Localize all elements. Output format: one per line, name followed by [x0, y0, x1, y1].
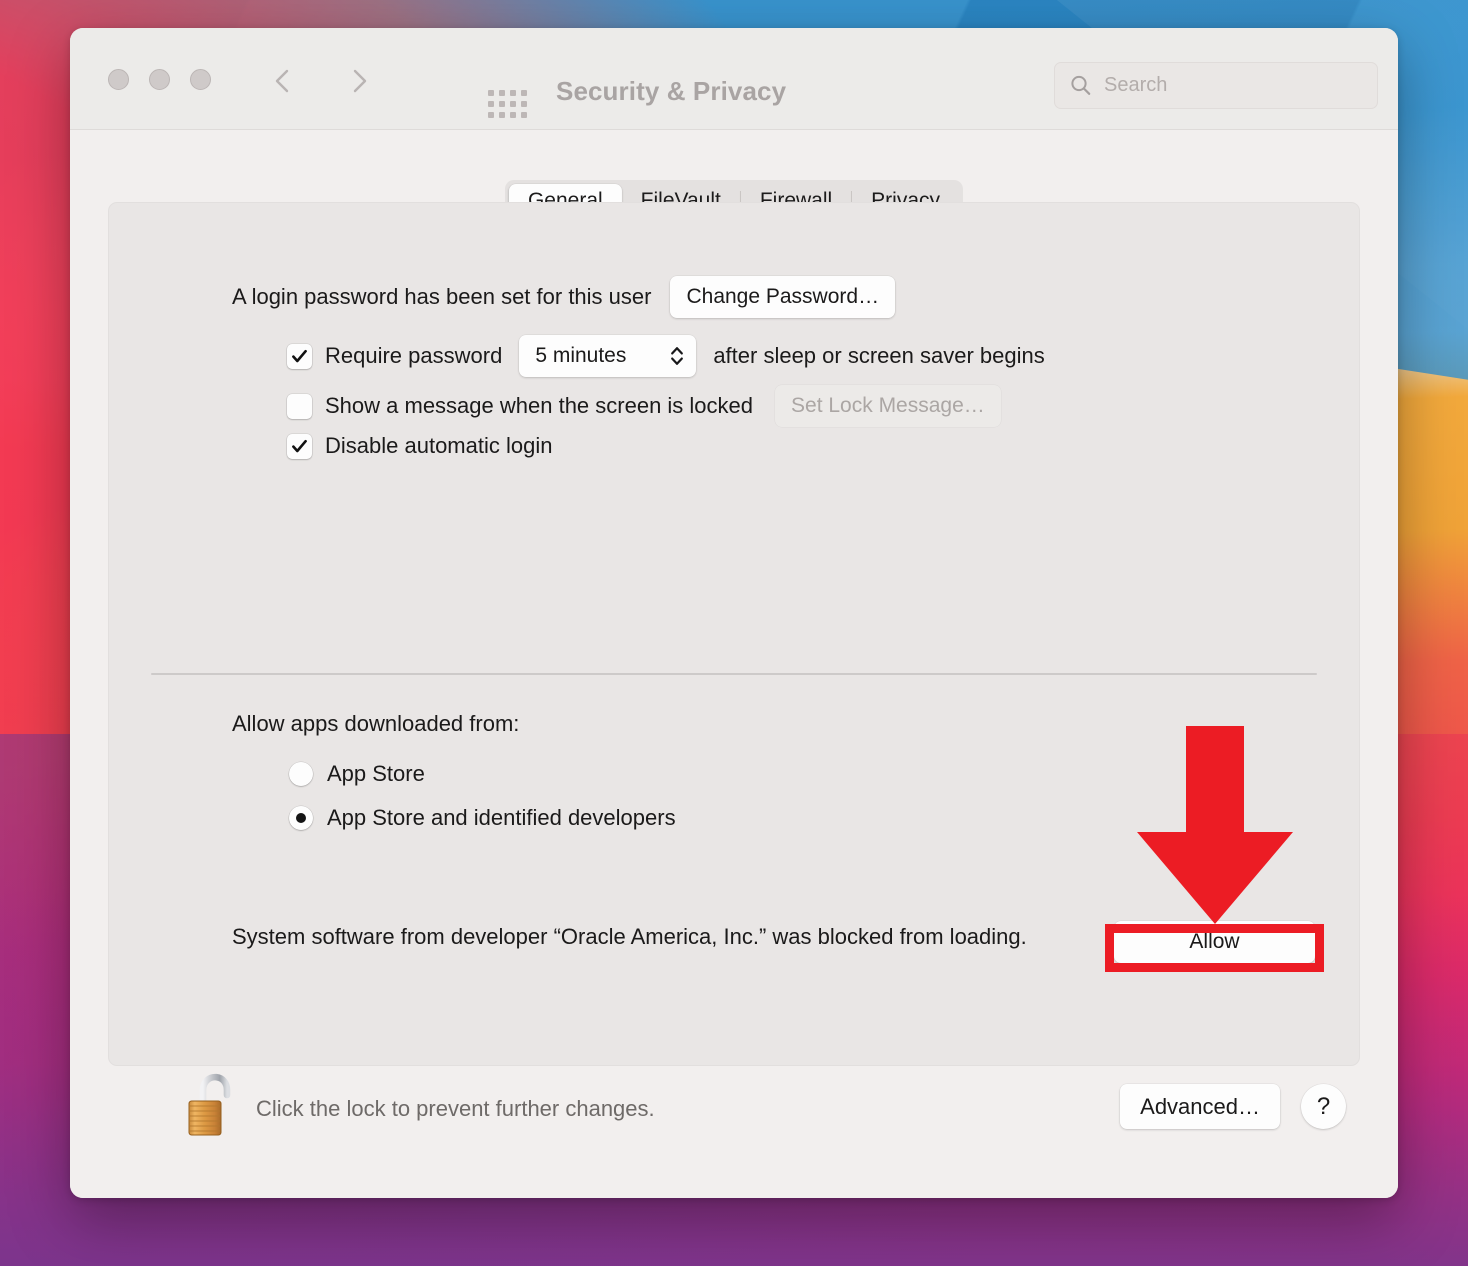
login-password-row: A login password has been set for this u… [232, 276, 896, 318]
radio-app-store-label: App Store [327, 761, 425, 786]
minimize-button[interactable] [149, 69, 170, 90]
set-lock-message-button[interactable]: Set Lock Message… [775, 385, 1001, 427]
zoom-button[interactable] [190, 69, 211, 90]
page-title: Security & Privacy [556, 76, 787, 106]
lock-hint-text: Click the lock to prevent further change… [256, 1096, 655, 1121]
change-password-button[interactable]: Change Password… [670, 276, 896, 318]
stepper-chevrons-icon [669, 343, 685, 369]
login-password-text: A login password has been set for this u… [232, 284, 652, 309]
search-icon [1069, 74, 1092, 97]
show-lock-message-label: Show a message when the screen is locked [325, 393, 754, 418]
require-password-interval-select[interactable]: 5 minutes [519, 335, 697, 377]
radio-app-store-and-identified-developers-label: App Store and identified developers [327, 805, 676, 830]
disable-auto-login-label: Disable automatic login [325, 433, 553, 458]
checkmark-icon [292, 349, 307, 362]
allow-button[interactable]: Allow [1114, 921, 1315, 963]
forward-chevron-icon[interactable] [344, 66, 374, 96]
require-password-interval-value: 5 minutes [535, 344, 627, 367]
unlocked-padlock-icon[interactable] [183, 1072, 245, 1138]
show-lock-message-checkbox[interactable] [287, 393, 312, 419]
back-chevron-icon[interactable] [268, 66, 298, 96]
require-password-suffix: after sleep or screen saver begins [713, 343, 1045, 368]
show-all-grid-icon[interactable] [488, 90, 527, 118]
radio-dot-icon [296, 813, 306, 823]
radio-app-store-control[interactable] [289, 762, 313, 786]
search-field[interactable] [1054, 62, 1378, 109]
window-titlebar: Security & Privacy [70, 28, 1398, 130]
radio-app-store-and-identified-developers[interactable]: App Store and identified developers [289, 805, 676, 831]
allow-apps-group-label: Allow apps downloaded from: [232, 711, 520, 736]
traffic-light-group [108, 69, 211, 90]
disable-auto-login-row: Disable automatic login [287, 433, 552, 459]
checkmark-icon [292, 439, 307, 452]
disable-auto-login-checkbox[interactable] [287, 433, 312, 459]
window-body: General FileVault Firewall Privacy A log… [70, 130, 1398, 1198]
radio-app-store[interactable]: App Store [289, 761, 425, 787]
require-password-label: Require password [325, 343, 503, 368]
security-privacy-window: Security & Privacy General FileVault Fir… [70, 28, 1398, 1198]
show-lock-message-row: Show a message when the screen is locked… [287, 385, 1001, 427]
require-password-checkbox[interactable] [287, 343, 312, 369]
radio-app-store-and-identified-developers-control[interactable] [289, 806, 313, 830]
close-button[interactable] [108, 69, 129, 90]
search-input[interactable] [1102, 73, 1356, 98]
help-button[interactable]: ? [1301, 1084, 1346, 1129]
panel-divider [151, 673, 1317, 675]
blocked-software-message: System software from developer “Oracle A… [232, 924, 1027, 949]
general-settings-panel: A login password has been set for this u… [108, 202, 1360, 1066]
advanced-button[interactable]: Advanced… [1120, 1084, 1280, 1129]
require-password-row: Require password 5 minutes after sleep o… [287, 335, 1045, 377]
